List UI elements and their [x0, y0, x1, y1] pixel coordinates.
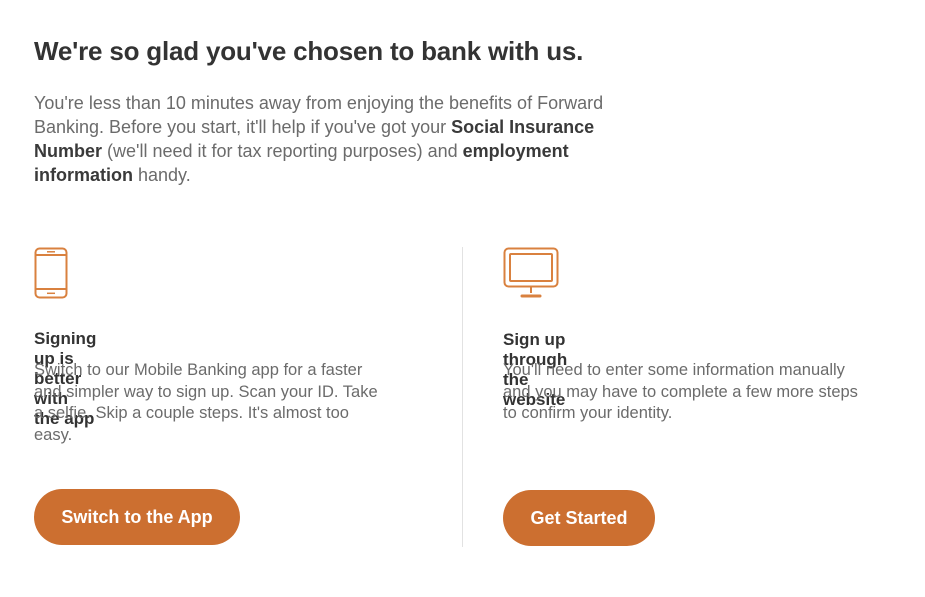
intro-text-part: (we'll need it for tax reporting purpose… — [102, 141, 463, 161]
intro-text-part: handy. — [133, 165, 191, 185]
get-started-button[interactable]: Get Started — [503, 490, 655, 546]
intro-text: You're less than 10 minutes away from en… — [34, 91, 654, 187]
desktop-monitor-icon — [503, 247, 559, 299]
web-option-description: You'll need to enter some information ma… — [503, 361, 858, 422]
mobile-phone-icon — [34, 247, 68, 299]
column-divider — [462, 247, 463, 547]
app-option-description: Switch to our Mobile Banking app for a f… — [34, 361, 378, 444]
switch-to-app-button[interactable]: Switch to the App — [34, 489, 240, 545]
page-title: We're so glad you've chosen to bank with… — [34, 36, 584, 66]
